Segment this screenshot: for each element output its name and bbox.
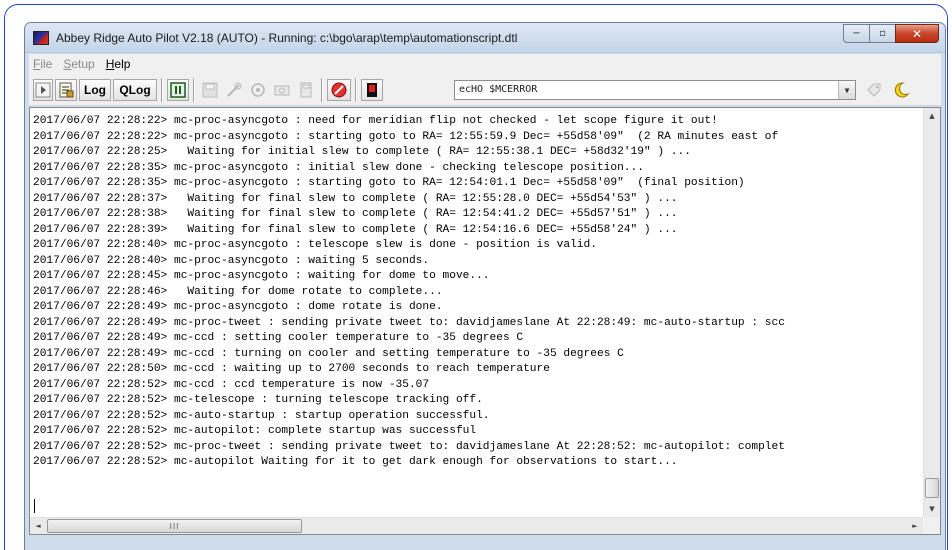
pause-button[interactable] — [167, 79, 189, 101]
calculator-button — [295, 79, 317, 101]
toolbar-separator — [321, 78, 323, 102]
log-line: 2017/06/07 22:28:52> mc-proc-tweet : sen… — [33, 440, 785, 453]
scroll-up-arrow[interactable]: ▲ — [924, 108, 940, 124]
log-line: 2017/06/07 22:28:52> mc-auto-startup : s… — [33, 409, 490, 422]
log-line: 2017/06/07 22:28:52> mc-autopilot: compl… — [33, 425, 477, 437]
app-window: Abbey Ridge Auto Pilot V2.18 (AUTO) - Ru… — [24, 22, 946, 550]
scroll-right-arrow[interactable]: ► — [907, 518, 923, 534]
camera-button — [271, 79, 293, 101]
command-input-value: ecHO $MCERROR — [459, 84, 538, 95]
scroll-down-arrow[interactable]: ▼ — [924, 501, 940, 517]
log-line: 2017/06/07 22:28:52> mc-ccd : ccd temper… — [33, 378, 430, 391]
pause-icon — [170, 82, 186, 98]
log-output[interactable]: 2017/06/07 22:28:22> mc-proc-asyncgoto :… — [29, 107, 941, 535]
log-line: 2017/06/07 22:28:22> mc-proc-asyncgoto :… — [33, 115, 718, 127]
toolbar: Log QLog ecHO $MCERROR ▼ — [29, 74, 941, 106]
tools-icon — [227, 82, 242, 97]
menu-setup-rest: etup — [71, 57, 95, 71]
log-line: 2017/06/07 22:28:39> Waiting for final s… — [33, 223, 678, 236]
maximize-button[interactable]: ▫ — [869, 24, 896, 43]
open-script-button[interactable] — [55, 79, 77, 101]
vertical-scroll-thumb[interactable] — [925, 478, 939, 498]
toolbar-separator — [161, 78, 163, 102]
minimize-button[interactable]: − — [843, 24, 870, 43]
log-line: 2017/06/07 22:28:38> Waiting for final s… — [33, 208, 678, 220]
log-line: 2017/06/07 22:28:52> mc-telescope : turn… — [33, 394, 483, 406]
caption-buttons: − ▫ ✕ — [843, 24, 939, 43]
scroll-thumb-grip: III — [169, 521, 180, 531]
log-line: 2017/06/07 22:28:25> Waiting for initial… — [33, 146, 691, 158]
calculator-icon — [300, 82, 312, 98]
qlog-button[interactable]: QLog — [113, 79, 157, 101]
target-icon — [251, 83, 265, 97]
horizontal-scroll-thumb[interactable]: III — [47, 519, 302, 533]
moon-icon — [894, 82, 910, 98]
execute-command-button — [863, 79, 885, 101]
window-title: Abbey Ridge Auto Pilot V2.18 (AUTO) - Ru… — [56, 31, 518, 45]
log-line: 2017/06/07 22:28:22> mc-proc-asyncgoto :… — [33, 130, 779, 143]
run-script-button[interactable] — [33, 79, 53, 101]
log-lines: 2017/06/07 22:28:22> mc-proc-asyncgoto :… — [33, 114, 923, 526]
menu-help-rest: elp — [114, 57, 131, 71]
emergency-stop-button[interactable] — [361, 79, 383, 101]
log-line: 2017/06/07 22:28:52> mc-autopilot Waitin… — [33, 456, 678, 468]
close-button[interactable]: ✕ — [895, 24, 939, 43]
tools-button — [223, 79, 245, 101]
title-bar[interactable]: Abbey Ridge Auto Pilot V2.18 (AUTO) - Ru… — [25, 23, 945, 53]
abort-button[interactable] — [327, 79, 351, 101]
horizontal-scrollbar[interactable]: ◄ III ► — [30, 517, 923, 534]
log-line: 2017/06/07 22:28:35> mc-proc-asyncgoto :… — [33, 161, 644, 174]
toolbar-separator — [193, 78, 195, 102]
night-mode-button[interactable] — [889, 79, 913, 101]
menu-help[interactable]: Help — [102, 57, 138, 71]
stop-icon — [331, 82, 347, 98]
log-line: 2017/06/07 22:28:49> mc-proc-asyncgoto :… — [33, 301, 443, 313]
target-button — [247, 79, 269, 101]
menu-file[interactable]: File — [29, 57, 59, 71]
menu-setup[interactable]: Setup — [59, 57, 101, 71]
size-grip[interactable] — [923, 517, 940, 534]
tag-icon — [867, 83, 881, 97]
log-button[interactable]: Log — [79, 79, 111, 101]
log-line: 2017/06/07 22:28:46> Waiting for dome ro… — [33, 285, 443, 298]
camera-icon — [274, 85, 290, 96]
log-line: 2017/06/07 22:28:40> mc-proc-asyncgoto :… — [33, 254, 430, 267]
command-input[interactable]: ecHO $MCERROR ▼ — [454, 80, 856, 100]
command-dropdown-button[interactable]: ▼ — [838, 81, 855, 99]
save-icon — [202, 82, 218, 98]
log-line: 2017/06/07 22:28:45> mc-proc-asyncgoto :… — [33, 270, 490, 282]
app-icon[interactable] — [33, 31, 49, 45]
menu-file-rest: ile — [40, 57, 53, 71]
toolbar-separator — [355, 78, 357, 102]
script-file-icon — [59, 82, 74, 98]
chevron-down-icon: ▼ — [844, 85, 850, 95]
scroll-left-arrow[interactable]: ◄ — [30, 518, 46, 534]
log-line: 2017/06/07 22:28:40> mc-proc-asyncgoto :… — [33, 239, 597, 251]
log-line: 2017/06/07 22:28:50> mc-ccd : waiting up… — [33, 363, 550, 375]
log-line: 2017/06/07 22:28:49> mc-proc-tweet : sen… — [33, 316, 785, 329]
menu-bar: File Setup Help — [29, 54, 941, 74]
text-caret — [34, 499, 35, 513]
log-line: 2017/06/07 22:28:37> Waiting for final s… — [33, 192, 678, 205]
log-line: 2017/06/07 22:28:35> mc-proc-asyncgoto :… — [33, 177, 745, 189]
log-line: 2017/06/07 22:28:49> mc-ccd : turning on… — [33, 347, 624, 360]
play-icon — [35, 82, 51, 98]
vertical-scrollbar[interactable]: ▲ ▼ — [923, 108, 940, 517]
emergency-stop-icon — [367, 83, 377, 97]
log-line: 2017/06/07 22:28:49> mc-ccd : setting co… — [33, 332, 524, 344]
save-button — [199, 79, 221, 101]
